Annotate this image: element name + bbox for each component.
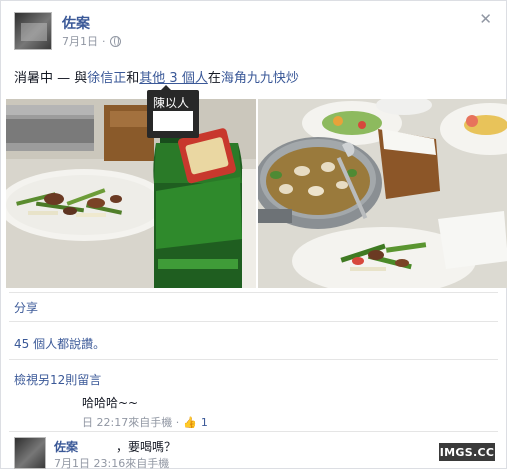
divider: [9, 321, 498, 322]
watermark: IMGS.CC: [438, 442, 496, 462]
status-and: 和: [126, 71, 140, 86]
share-link[interactable]: 分享: [14, 299, 38, 316]
post-date[interactable]: 7月1日: [62, 33, 98, 49]
comment-text: 哈哈哈~~: [82, 396, 139, 410]
likes-summary[interactable]: 45 個人都說讚。: [14, 335, 105, 352]
commenter-name[interactable]: 佐案: [54, 438, 78, 455]
tagged-person-link[interactable]: 徐信正: [87, 71, 126, 86]
comment-timestamp[interactable]: 7月1日 23:16來自手機: [54, 455, 169, 469]
comment-text: ，要喝嗎？: [116, 440, 177, 454]
photo-left-image: [6, 99, 256, 288]
author-name[interactable]: 佐案: [62, 13, 90, 33]
status-text: 消暑中 — 與徐信正和其他 3 個人在海角九九快炒: [14, 67, 299, 86]
comment-meta: 日 22:17來自手機 · 👍 1: [82, 414, 208, 430]
others-link[interactable]: 其他 3 個人: [139, 71, 208, 86]
divider: [9, 431, 498, 432]
comment-like-count[interactable]: 1: [201, 416, 208, 429]
divider: [9, 292, 498, 293]
photo-right[interactable]: [258, 99, 507, 288]
status-at: 在: [207, 71, 221, 86]
thumbs-up-icon[interactable]: 👍: [183, 416, 197, 429]
photo-left[interactable]: [6, 99, 256, 288]
comment-timestamp[interactable]: 日 22:17來自手機 ·: [82, 414, 179, 430]
close-icon[interactable]: ✕: [479, 10, 492, 28]
others-tooltip: 陳以人: [147, 85, 199, 138]
author-avatar[interactable]: [14, 12, 52, 50]
globe-icon[interactable]: [109, 35, 121, 47]
place-link[interactable]: 海角九九快炒: [221, 71, 299, 86]
post-card: 佐案 7月1日 · ✕ 消暑中 — 與徐信正和其他 3 個人在海角九九快炒 陳以…: [0, 0, 507, 469]
photo-right-image: [258, 99, 507, 288]
tooltip-name: 陳以人: [153, 96, 190, 110]
tooltip-redacted: [153, 111, 193, 131]
post-meta: 7月1日 ·: [62, 33, 121, 49]
divider: [9, 359, 498, 360]
commenter-avatar[interactable]: [14, 437, 46, 469]
view-more-comments[interactable]: 檢視另12則留言: [14, 371, 101, 388]
status-prefix: 消暑中 — 與: [14, 71, 88, 86]
